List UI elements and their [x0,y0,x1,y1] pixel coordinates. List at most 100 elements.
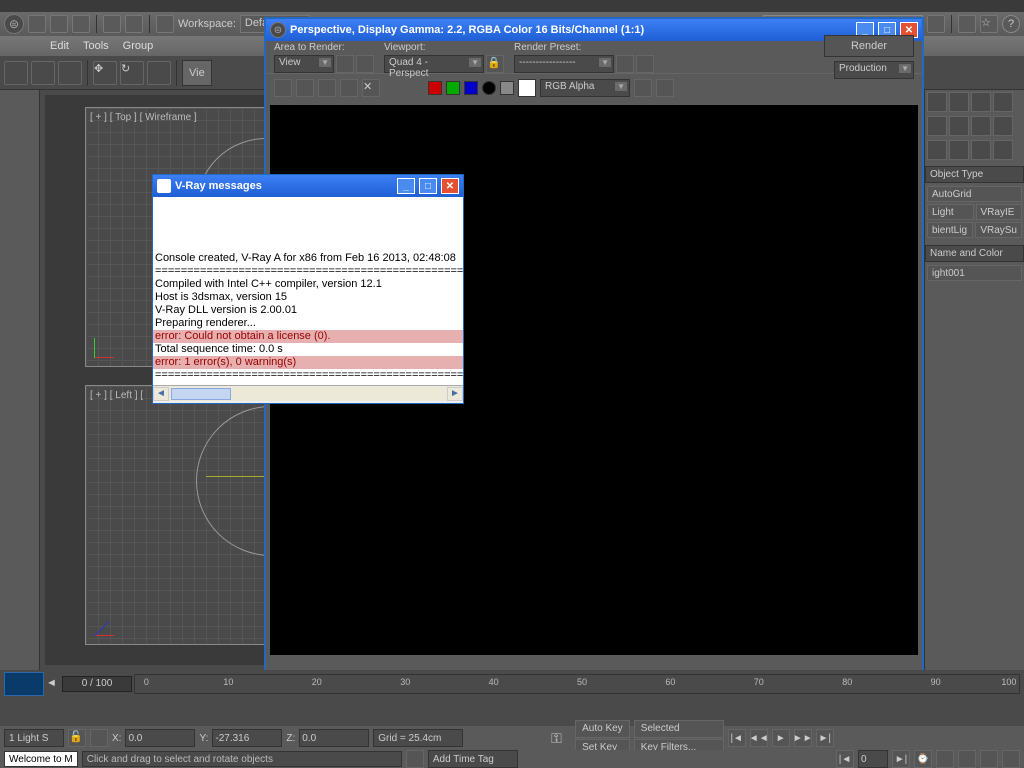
lock-viewport-icon[interactable]: 🔒 [486,55,504,73]
ribbon-tab-view[interactable]: Vie [182,60,212,86]
mono-channel-icon[interactable] [500,81,514,95]
close-button[interactable]: ✕ [441,178,459,194]
add-time-tag[interactable]: Add Time Tag [428,750,518,768]
vray-sun-button[interactable]: VRaySu [975,222,1022,238]
rotate-tool[interactable]: ↻ [120,61,144,85]
select-tool[interactable] [4,61,28,85]
app-logo-icon[interactable]: ⊜ [4,14,24,34]
prev-key-icon[interactable]: |◄ [836,750,854,768]
open-file-button[interactable] [50,15,68,33]
scale-tool[interactable] [147,61,171,85]
category-icon[interactable] [971,140,991,160]
scroll-left-icon[interactable]: ◄ [46,677,60,691]
script-toggle-icon[interactable] [406,750,424,768]
next-frame-icon[interactable]: ►► [794,729,812,747]
key-icon[interactable]: ⚿ [551,730,571,747]
menu-group[interactable]: Group [123,40,154,52]
nav-zoom-icon[interactable] [936,750,954,768]
preset-btn2[interactable] [636,55,654,73]
goto-end-icon[interactable]: ►| [816,729,834,747]
nav-max-icon[interactable] [1002,750,1020,768]
y-coord-field[interactable]: -27.316 [212,729,282,747]
search-button[interactable] [927,15,945,33]
category-icon[interactable] [927,140,947,160]
favorite-icon[interactable]: ☆ [980,15,998,33]
scroll-right-icon[interactable]: ► [447,387,463,401]
red-channel-icon[interactable] [428,81,442,95]
z-coord-field[interactable]: 0.0 [299,729,369,747]
area-dropdown[interactable]: View [274,55,334,73]
maximize-button[interactable]: □ [419,178,437,194]
category-icon[interactable] [993,140,1013,160]
save-image-icon[interactable] [274,79,292,97]
menu-edit[interactable]: Edit [50,40,69,52]
time-config-icon[interactable]: ⌚ [914,750,932,768]
copy-image-icon[interactable] [296,79,314,97]
clone-frame-icon[interactable] [318,79,336,97]
object-type-rollout[interactable]: Object Type [925,166,1024,183]
new-file-button[interactable] [28,15,46,33]
frame-counter[interactable]: 0 / 100 [62,676,132,692]
select-region-tool[interactable] [31,61,55,85]
scroll-left-icon[interactable]: ◄ [153,387,169,401]
sel-lock-icon[interactable] [90,729,108,747]
link-button[interactable] [156,15,174,33]
alpha-channel-icon[interactable] [482,81,496,95]
timeline-ruler[interactable]: 0 10 20 30 40 50 60 70 80 90 100 [134,674,1020,694]
viewport-left-label[interactable]: [ + ] [ Left ] [ [90,390,143,401]
clear-icon[interactable]: ✕ [362,79,380,97]
toggle-ui-icon[interactable] [656,79,674,97]
preset-btn1[interactable] [616,55,634,73]
object-name-field[interactable]: ight001 [927,265,1022,281]
x-coord-field[interactable]: 0.0 [125,729,195,747]
channel-dropdown[interactable]: RGB Alpha [540,79,630,97]
select-window-tool[interactable] [58,61,82,85]
nav-pan-icon[interactable] [958,750,976,768]
name-color-rollout[interactable]: Name and Color [925,245,1024,262]
current-frame-field[interactable]: 0 [858,750,888,768]
swatch-icon[interactable] [518,79,536,97]
save-file-button[interactable] [72,15,90,33]
area-btn1[interactable] [336,55,354,73]
display-tab-icon[interactable] [927,116,947,136]
scroll-thumb[interactable] [171,388,231,400]
viewport-left[interactable]: [ + ] [ Left ] [ [85,385,265,645]
timeline-config-icon[interactable] [4,672,44,696]
prev-frame-icon[interactable]: ◄◄ [750,729,768,747]
play-icon[interactable]: ► [772,729,790,747]
minimize-button[interactable]: _ [397,178,415,194]
next-key-icon[interactable]: ►| [892,750,910,768]
connect-button[interactable] [958,15,976,33]
modify-tab-icon[interactable] [949,92,969,112]
category-icon[interactable] [949,140,969,160]
toggle-overlay-icon[interactable] [634,79,652,97]
vray-scrollbar[interactable]: ◄ ► [153,385,463,401]
lock-selection-icon[interactable]: 🔓 [68,729,86,747]
key-mode-dropdown[interactable]: Selected [634,720,724,738]
utilities-tab-icon[interactable] [949,116,969,136]
autogrid-checkbox[interactable]: AutoGrid [927,186,1022,202]
vray-titlebar[interactable]: V-Ray messages _ □ ✕ [153,175,463,197]
panel-icon[interactable] [993,116,1013,136]
green-channel-icon[interactable] [446,81,460,95]
undo-button[interactable] [103,15,121,33]
maxscript-listener[interactable]: Welcome to M [4,751,78,767]
vray-ies-button[interactable]: VRayIE [976,204,1023,220]
viewport-top-label[interactable]: [ + ] [ Top ] [ Wireframe ] [90,112,197,123]
create-tab-icon[interactable] [927,92,947,112]
light-type-button[interactable]: Light [927,204,974,220]
nav-orbit-icon[interactable] [980,750,998,768]
redo-button[interactable] [125,15,143,33]
motion-tab-icon[interactable] [993,92,1013,112]
vray-message-list[interactable]: Console created, V-Ray A for x86 from Fe… [153,197,463,385]
panel-icon[interactable] [971,116,991,136]
move-tool[interactable]: ✥ [93,61,117,85]
production-dropdown[interactable]: Production [834,61,914,79]
ambient-light-button[interactable]: bientLig [927,222,973,238]
preset-dropdown[interactable]: ----------------- [514,55,614,73]
auto-key-button[interactable]: Auto Key [575,720,630,738]
viewport-dropdown[interactable]: Quad 4 - Perspect [384,55,484,73]
area-btn2[interactable] [356,55,374,73]
goto-start-icon[interactable]: |◄ [728,729,746,747]
render-button[interactable]: Render [824,35,914,57]
